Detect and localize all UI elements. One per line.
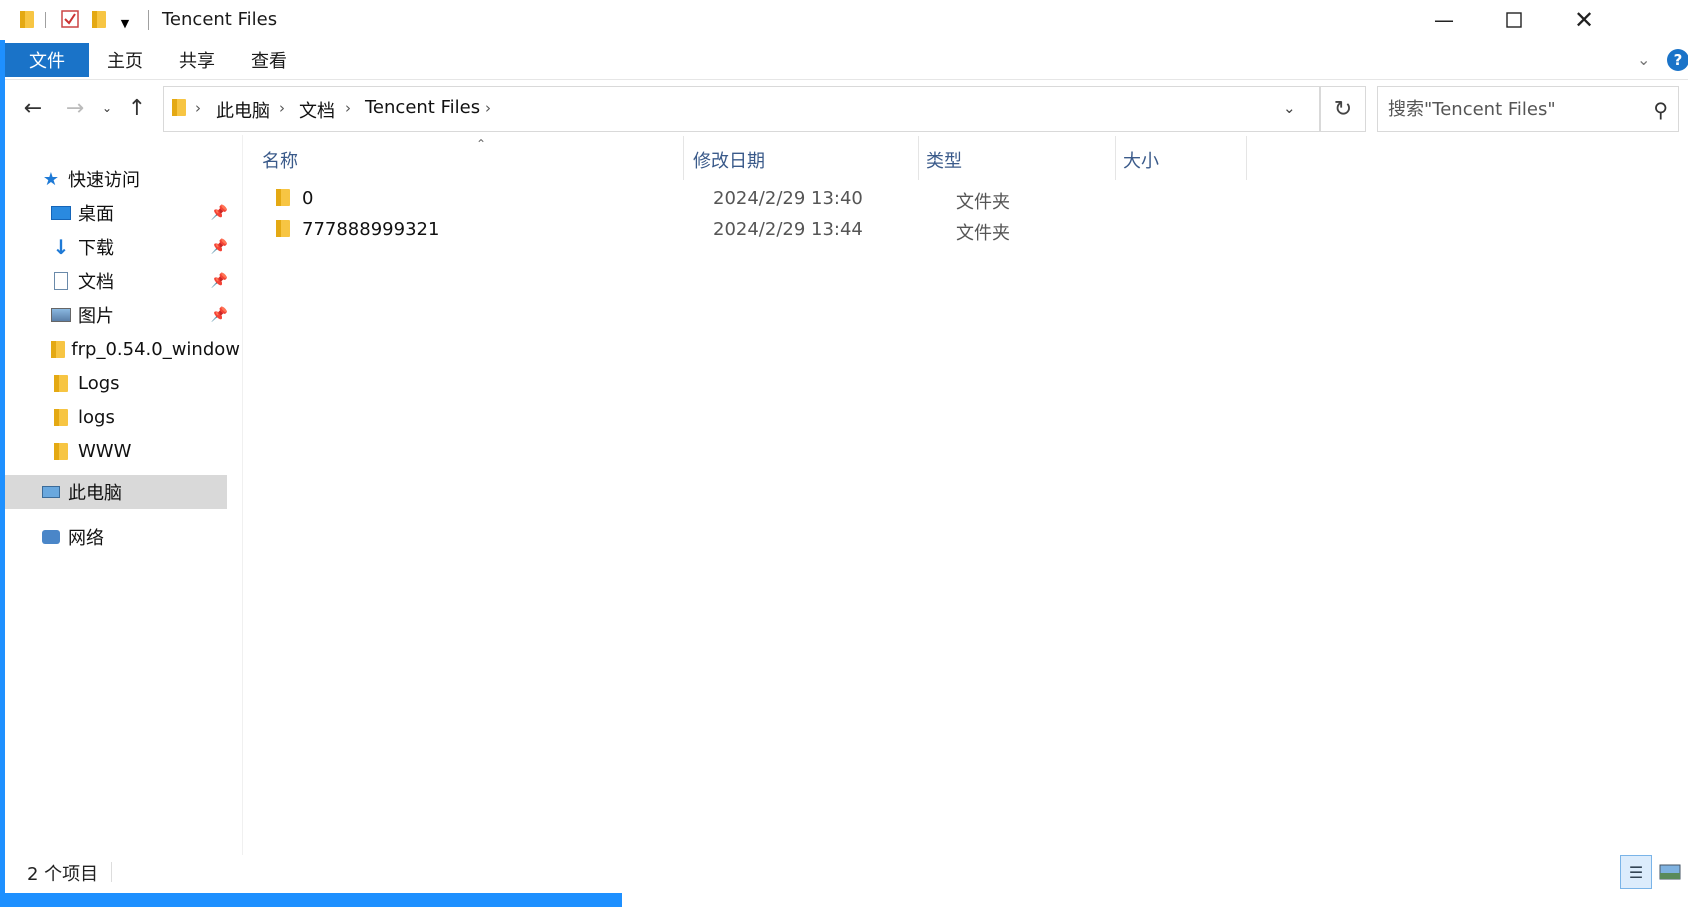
nav-desktop[interactable]: 桌面 📌	[50, 196, 240, 230]
column-header-name[interactable]: 名称	[262, 147, 298, 173]
star-icon: ★	[42, 168, 60, 190]
breadcrumb-chevron-icon[interactable]: ›	[279, 99, 285, 117]
refresh-icon[interactable]: ↻	[1320, 86, 1366, 132]
breadcrumb-chevron-icon[interactable]: ›	[345, 99, 351, 117]
quick-access-separator	[45, 12, 46, 28]
recent-locations-chevron-icon[interactable]: ⌄	[100, 95, 114, 121]
customize-toolbar-chevron-icon[interactable]: ▼	[116, 14, 134, 32]
large-icons-view-icon[interactable]	[1658, 858, 1682, 886]
nav-documents[interactable]: 文档 📌	[50, 264, 240, 298]
details-view-icon[interactable]: ☰	[1620, 855, 1652, 889]
document-icon	[50, 270, 72, 292]
nav-quick-access[interactable]: ★ 快速访问	[40, 162, 240, 196]
nav-label: 图片	[78, 306, 114, 327]
nav-label: 文档	[78, 272, 114, 293]
file-row[interactable]: 0 2024/2/29 13:40 文件夹	[262, 183, 1282, 215]
title-bar: ▼ Tencent Files — ✕	[0, 0, 1688, 40]
search-box: ⚲	[1377, 86, 1679, 132]
window-title: Tencent Files	[162, 9, 278, 30]
nav-label: 此电脑	[68, 483, 122, 504]
folder-icon	[50, 372, 72, 394]
sort-ascending-icon: ⌃	[476, 137, 487, 151]
folder-icon	[50, 338, 65, 360]
file-row[interactable]: 777888999321 2024/2/29 13:44 文件夹	[262, 214, 1282, 246]
folder-icon	[50, 440, 72, 462]
tab-file[interactable]: 文件	[5, 43, 89, 77]
tab-share[interactable]: 共享	[161, 43, 233, 77]
new-folder-icon[interactable]	[90, 10, 108, 28]
file-type: 文件夹	[956, 192, 1010, 213]
breadcrumb-documents[interactable]: 文档	[299, 97, 335, 123]
column-header-type[interactable]: 类型	[926, 147, 962, 173]
progress-strip	[0, 893, 622, 907]
nav-frp-folder[interactable]: frp_0.54.0_window	[50, 332, 240, 366]
nav-pictures[interactable]: 图片 📌	[50, 298, 240, 332]
properties-check-icon[interactable]	[61, 10, 79, 28]
file-modified: 2024/2/29 13:44	[713, 219, 863, 240]
pin-icon[interactable]: 📌	[211, 239, 228, 255]
address-history-chevron-icon[interactable]: ⌄	[1283, 99, 1296, 117]
minimize-button[interactable]: —	[1409, 0, 1479, 40]
file-name: 777888999321	[302, 219, 440, 240]
forward-arrow-icon[interactable]: →	[62, 95, 88, 121]
folder-icon	[172, 99, 186, 116]
desktop-icon	[50, 202, 72, 224]
title-separator	[148, 10, 149, 30]
pin-icon[interactable]: 📌	[211, 205, 228, 221]
column-header-size[interactable]: 大小	[1123, 147, 1159, 173]
nav-label: frp_0.54.0_window	[71, 338, 240, 360]
nav-label: 网络	[68, 528, 104, 549]
status-item-count: 2 个项目	[27, 864, 99, 885]
breadcrumb-tencent-files[interactable]: Tencent Files	[365, 97, 480, 118]
download-arrow-icon: ↓	[52, 235, 70, 259]
status-separator	[111, 862, 112, 882]
column-separator[interactable]	[918, 136, 919, 180]
folder-icon	[50, 406, 72, 428]
tab-home[interactable]: 主页	[89, 43, 161, 77]
back-arrow-icon[interactable]: ←	[20, 95, 46, 121]
column-separator[interactable]	[1246, 136, 1247, 180]
picture-icon	[50, 304, 72, 326]
maximize-button[interactable]	[1479, 0, 1549, 40]
nav-label: logs	[78, 406, 115, 428]
tab-view[interactable]: 查看	[233, 43, 305, 77]
nav-label: 桌面	[78, 204, 114, 225]
file-name: 0	[302, 188, 314, 209]
pin-icon[interactable]: 📌	[211, 307, 228, 323]
nav-label: 快速访问	[68, 170, 140, 191]
nav-logs-folder[interactable]: Logs	[50, 366, 240, 400]
nav-this-pc[interactable]: 此电脑	[5, 475, 227, 509]
file-modified: 2024/2/29 13:40	[713, 188, 863, 209]
nav-label: Logs	[78, 372, 120, 394]
nav-network[interactable]: 网络	[40, 520, 240, 554]
column-header-modified[interactable]: 修改日期	[693, 147, 765, 173]
up-arrow-icon[interactable]: ↑	[124, 95, 150, 121]
column-separator[interactable]	[1115, 136, 1116, 180]
close-button[interactable]: ✕	[1549, 0, 1619, 40]
search-icon[interactable]: ⚲	[1653, 98, 1668, 122]
folder-icon	[276, 189, 290, 206]
file-type: 文件夹	[956, 223, 1010, 244]
help-button[interactable]: ?	[1667, 49, 1688, 71]
breadcrumb-chevron-icon[interactable]: ›	[195, 99, 201, 117]
nav-downloads[interactable]: ↓ 下载 📌	[50, 230, 240, 264]
nav-www-folder[interactable]: WWW	[50, 434, 240, 468]
breadcrumb-chevron-icon[interactable]: ›	[485, 99, 491, 117]
nav-label: WWW	[78, 440, 132, 462]
column-separator[interactable]	[683, 136, 684, 180]
search-input[interactable]	[1378, 87, 1638, 131]
breadcrumb-this-pc[interactable]: 此电脑	[216, 97, 270, 123]
nav-label: 下载	[78, 238, 114, 259]
pin-icon[interactable]: 📌	[211, 273, 228, 289]
folder-icon	[18, 10, 36, 28]
computer-icon	[40, 481, 62, 503]
folder-icon	[276, 220, 290, 237]
ribbon-tabs: 文件 主页 共享 查看	[5, 43, 1688, 80]
expand-ribbon-chevron-icon[interactable]: ⌄	[1637, 50, 1650, 69]
nav-logs-lower-folder[interactable]: logs	[50, 400, 240, 434]
network-icon	[40, 526, 62, 548]
address-bar[interactable]	[163, 86, 1320, 132]
